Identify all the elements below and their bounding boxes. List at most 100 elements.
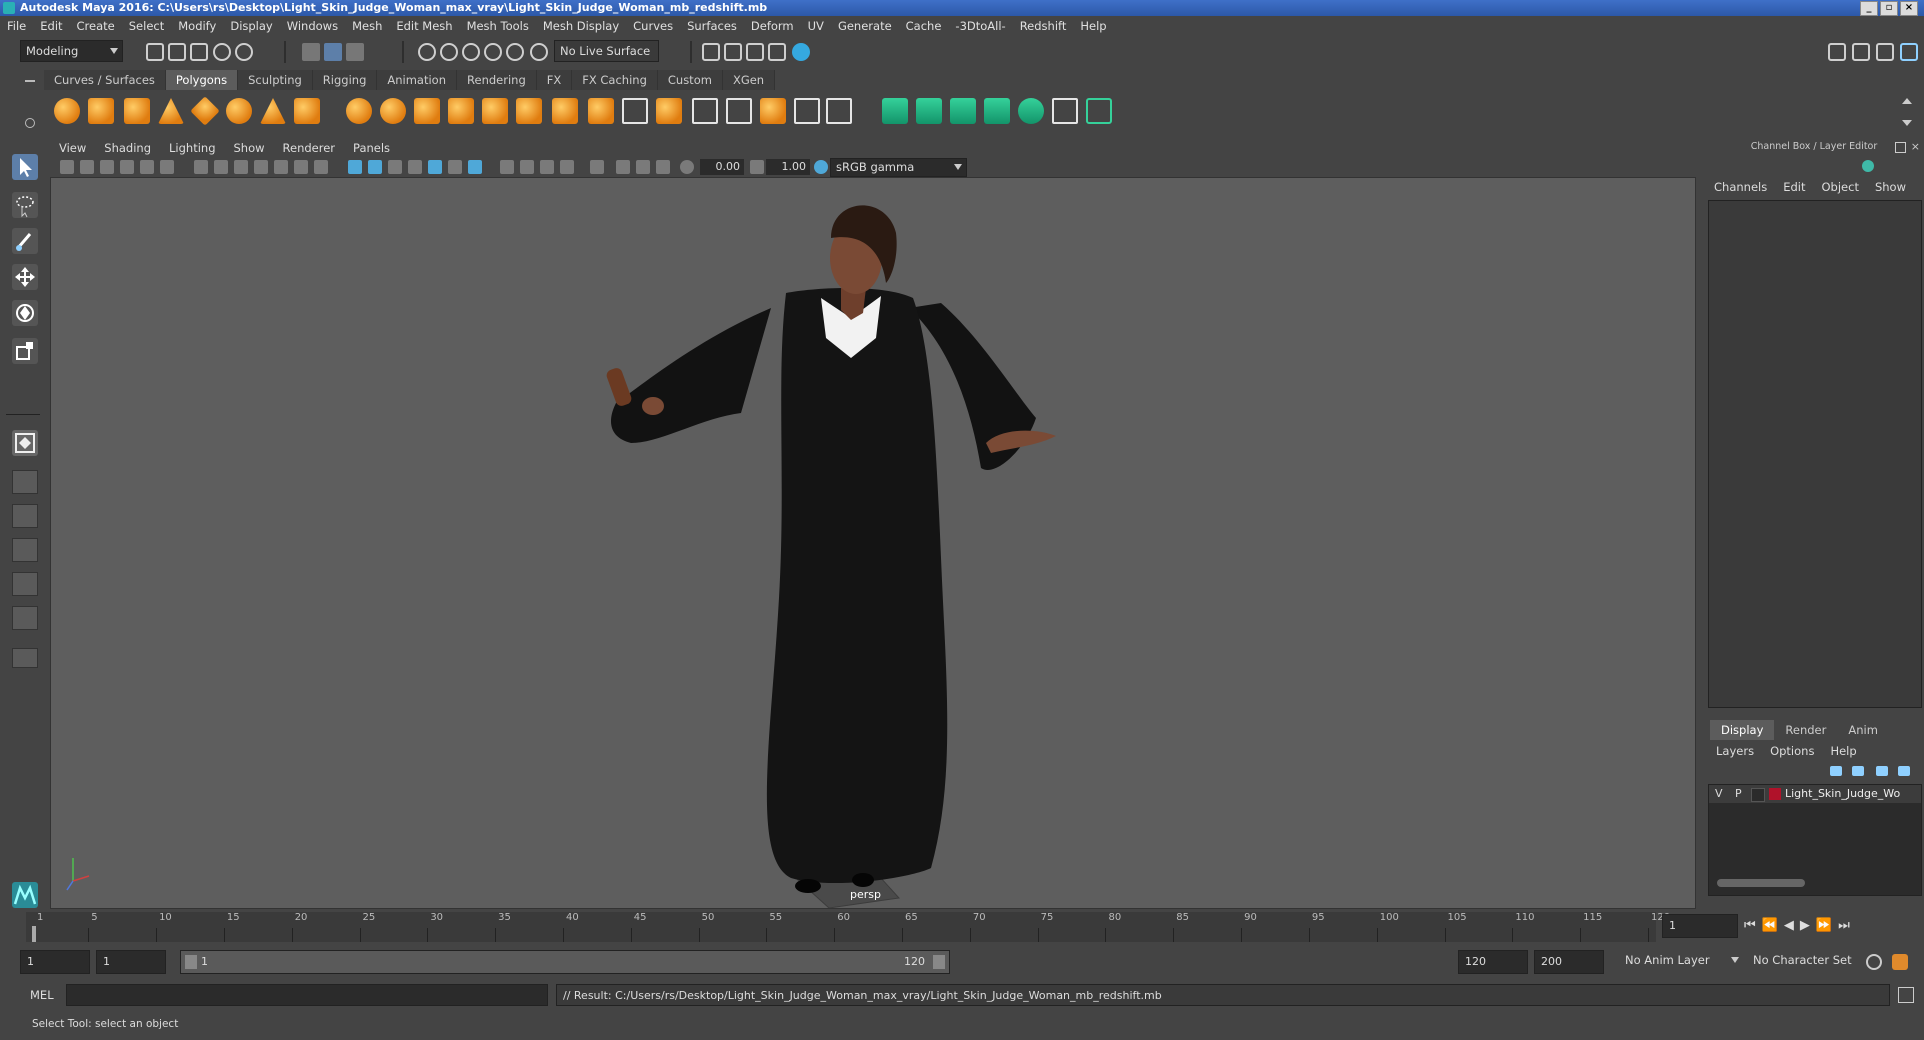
boolean-icon[interactable]	[482, 98, 508, 124]
step-forward-key-icon[interactable]: ⏩	[1816, 918, 1832, 936]
tab-display-layers[interactable]: Display	[1710, 720, 1775, 740]
range-slider[interactable]: 1 120	[180, 950, 950, 974]
layer-display-type[interactable]	[1751, 788, 1765, 802]
tab-animation[interactable]: Animation	[377, 70, 458, 90]
poly-cube-icon[interactable]	[88, 98, 114, 124]
layout-hypershade-icon[interactable]	[12, 606, 38, 630]
tab-render-layers[interactable]: Render	[1774, 720, 1837, 740]
layer-scrollbar[interactable]	[1717, 879, 1805, 887]
menuset-dropdown[interactable]: Modeling	[20, 40, 123, 62]
wireframe-icon[interactable]	[348, 160, 362, 174]
xray-joints-icon[interactable]	[616, 160, 630, 174]
gamma-field[interactable]: 1.00	[766, 159, 810, 175]
smooth-icon[interactable]	[448, 98, 474, 124]
range-start-handle[interactable]	[185, 955, 197, 969]
anim-layer-dropdown[interactable]: No Anim Layer	[1620, 950, 1743, 972]
safe-action-icon[interactable]	[294, 160, 308, 174]
channel-box-toggle-icon[interactable]	[1862, 160, 1874, 172]
target-weld-icon[interactable]	[726, 98, 752, 124]
menu-generate[interactable]: Generate	[831, 19, 899, 33]
live-surface-field[interactable]: No Live Surface	[554, 40, 659, 62]
select-component-icon[interactable]	[346, 43, 364, 61]
resolution-gate-icon[interactable]	[234, 160, 248, 174]
snap-point-icon[interactable]	[462, 43, 480, 61]
color-management-icon[interactable]	[814, 160, 828, 174]
current-time-marker[interactable]	[32, 926, 36, 942]
extrude-icon[interactable]	[552, 98, 578, 124]
play-forward-icon[interactable]: ▶	[1800, 918, 1810, 936]
layer-help-menu[interactable]: Help	[1822, 744, 1864, 758]
make-live-icon[interactable]	[530, 43, 548, 61]
gamma-icon[interactable]	[750, 160, 764, 174]
tab-custom[interactable]: Custom	[657, 70, 723, 90]
snap-grid-icon[interactable]	[418, 43, 436, 61]
xray-icon[interactable]	[590, 160, 604, 174]
menu-mesh-display[interactable]: Mesh Display	[536, 19, 626, 33]
image-plane-icon[interactable]	[120, 160, 134, 174]
2d-pan-zoom-icon[interactable]	[160, 160, 174, 174]
xray-components-icon[interactable]	[636, 160, 650, 174]
script-editor-icon[interactable]	[1898, 987, 1914, 1003]
channel-box-icon[interactable]	[1900, 43, 1918, 61]
exposure-icon[interactable]	[680, 160, 694, 174]
panel-menu-renderer[interactable]: Renderer	[274, 141, 345, 155]
layout-graph-persp-icon[interactable]	[12, 572, 38, 596]
tab-fx-caching[interactable]: FX Caching	[572, 70, 658, 90]
bookmark-icon[interactable]	[100, 160, 114, 174]
extract-icon[interactable]	[414, 98, 440, 124]
menu-file[interactable]: File	[0, 19, 33, 33]
wireframe-on-shaded-icon[interactable]	[388, 160, 402, 174]
minimize-button[interactable]: _	[1860, 1, 1878, 16]
layer-row[interactable]: V P Light_Skin_Judge_Wo	[1709, 785, 1921, 803]
tab-fx[interactable]: FX	[536, 70, 573, 90]
menu-edit-mesh[interactable]: Edit Mesh	[389, 19, 459, 33]
move-tool-icon[interactable]	[12, 264, 38, 290]
panel-menu-view[interactable]: View	[50, 141, 95, 155]
tab-curves-surfaces[interactable]: Curves / Surfaces	[44, 70, 166, 90]
menu-display[interactable]: Display	[223, 19, 279, 33]
scale-tool-icon[interactable]	[12, 338, 38, 364]
channel-edit-menu[interactable]: Edit	[1775, 180, 1813, 194]
tab-rigging[interactable]: Rigging	[312, 70, 378, 90]
new-layer-selected-icon[interactable]	[1898, 766, 1910, 776]
shelf-menu-handle[interactable]	[20, 72, 40, 132]
poly-cylinder-icon[interactable]	[124, 98, 150, 124]
viewport-persp[interactable]	[50, 177, 1696, 909]
channel-show-menu[interactable]: Show	[1867, 180, 1914, 194]
combine-icon[interactable]	[346, 98, 372, 124]
mirror-icon[interactable]	[826, 98, 852, 124]
fill-hole-icon[interactable]	[656, 98, 682, 124]
close-panel-icon[interactable]: ×	[1911, 141, 1920, 152]
time-slider[interactable]: 1 5 10 15 20 25 30 35 40 45 50 55 60 65 70 75 80 85 90 95 10…	[26, 912, 1670, 942]
channel-list[interactable]	[1708, 200, 1922, 708]
grid-icon[interactable]	[194, 160, 208, 174]
save-scene-icon[interactable]	[190, 43, 208, 61]
menu-uv[interactable]: UV	[801, 19, 831, 33]
range-end-handle[interactable]	[933, 955, 945, 969]
animation-preferences-icon[interactable]	[1892, 954, 1908, 970]
menu-deform[interactable]: Deform	[744, 19, 801, 33]
poly-plane-icon[interactable]	[190, 96, 220, 126]
spherical-uv-icon[interactable]	[950, 98, 976, 124]
maximize-button[interactable]: ▫	[1880, 1, 1898, 16]
render-frame-icon[interactable]	[702, 43, 720, 61]
step-back-key-icon[interactable]: ⏪	[1762, 918, 1778, 936]
ipr-render-icon[interactable]	[724, 43, 742, 61]
panel-menu-panels[interactable]: Panels	[344, 141, 399, 155]
layers-menu[interactable]: Layers	[1708, 744, 1762, 758]
gate-mask-icon[interactable]	[254, 160, 268, 174]
paint-select-tool-icon[interactable]	[12, 228, 38, 254]
layer-name[interactable]: Light_Skin_Judge_Wo	[1785, 787, 1900, 800]
menu-create[interactable]: Create	[70, 19, 122, 33]
channel-object-menu[interactable]: Object	[1814, 180, 1867, 194]
uv-editor-icon[interactable]	[1018, 98, 1044, 124]
grease-pencil-icon[interactable]	[140, 160, 154, 174]
poly-cone-icon[interactable]	[158, 98, 184, 124]
checker-icon[interactable]	[1052, 98, 1078, 124]
shelf-scroll-arrows[interactable]	[1902, 96, 1914, 128]
cylindrical-uv-icon[interactable]	[916, 98, 942, 124]
layout-outliner-persp-icon[interactable]	[12, 538, 38, 562]
playback-end-field[interactable]: 120	[1458, 950, 1528, 974]
exposure-field[interactable]: 0.00	[700, 159, 744, 175]
end-time-field[interactable]: 200	[1534, 950, 1604, 974]
